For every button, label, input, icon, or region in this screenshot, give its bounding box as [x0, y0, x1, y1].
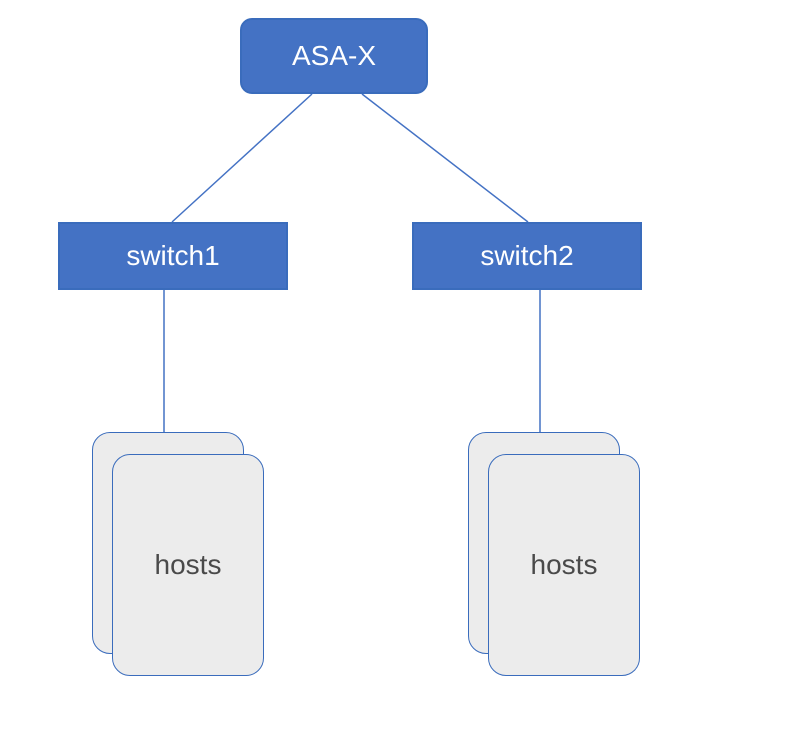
root-node-label: ASA-X: [292, 40, 376, 72]
line-root-to-switch1: [172, 94, 312, 222]
line-root-to-switch2: [362, 94, 528, 222]
hosts2-label: hosts: [488, 454, 640, 676]
switch1-label: switch1: [126, 240, 219, 272]
switch1-node: switch1: [58, 222, 288, 290]
switch2-label: switch2: [480, 240, 573, 272]
hosts1-label: hosts: [112, 454, 264, 676]
switch2-node: switch2: [412, 222, 642, 290]
root-node: ASA-X: [240, 18, 428, 94]
